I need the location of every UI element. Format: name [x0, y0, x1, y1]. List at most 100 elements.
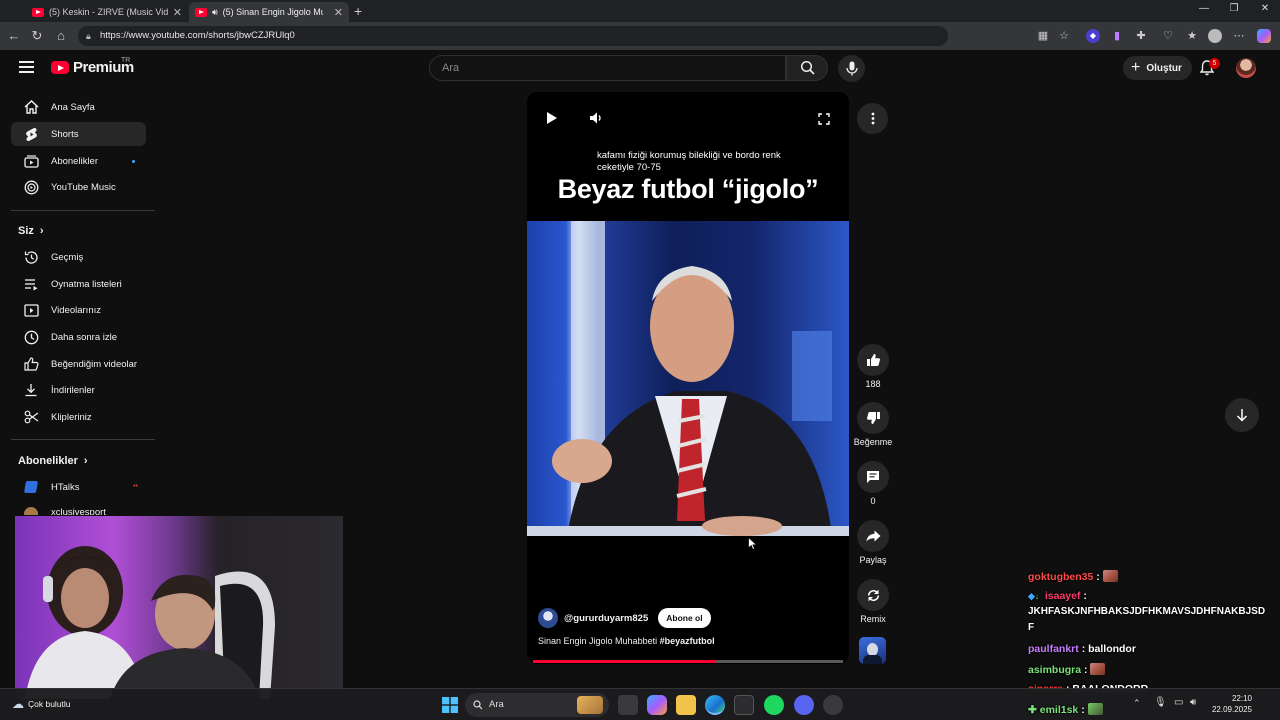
sidebar-item-liked-videos[interactable]: Beğendiğim videolar [11, 352, 146, 376]
search-button[interactable] [786, 55, 828, 81]
create-button[interactable]: + Oluştur [1123, 56, 1192, 80]
video-caption-small: kafamı fiziği korumuş bilekliği ve bordo… [597, 150, 781, 173]
youtube-premium-logo[interactable]: Premium TR [51, 57, 134, 76]
chat-username: emil1sk [1039, 704, 1079, 716]
sidebar-item-clips[interactable]: Klipleriniz [11, 405, 146, 429]
remix-button[interactable] [857, 579, 889, 611]
account-avatar[interactable] [1236, 58, 1256, 78]
channel-name[interactable]: @gururduyarm825 [564, 613, 648, 624]
watch-later-icon [24, 330, 38, 344]
sidebar-item-shorts[interactable]: Shorts [11, 122, 146, 146]
browser-essentials-icon[interactable]: ♡ [1161, 29, 1175, 43]
chat-text: F [1028, 622, 1035, 633]
tab-close-icon[interactable]: ✕ [173, 6, 182, 19]
subscriptions-icon [23, 155, 39, 168]
chat-text: : [1096, 571, 1100, 583]
shorts-video-player[interactable]: kafamı fiziği korumuş bilekliği ve bordo… [527, 92, 849, 664]
copilot-icon[interactable] [1257, 29, 1271, 43]
browser-tab-keskin[interactable]: (5) Keskin - ZIRVE (Music Video) ✕ [26, 2, 188, 22]
back-icon[interactable]: ← [5, 28, 23, 43]
share-button[interactable] [857, 520, 889, 552]
sidebar-item-watch-later[interactable]: Daha sonra izle [11, 325, 146, 349]
refresh-icon[interactable]: ↻ [28, 28, 46, 44]
hashtag-link[interactable]: #beyazfutbol [660, 636, 715, 646]
favorites-icon[interactable]: ★ [1185, 29, 1199, 43]
youtube-favicon-icon [195, 7, 207, 17]
voice-search-button[interactable] [838, 55, 865, 82]
network-icon[interactable]: ▭ [1174, 697, 1183, 708]
more-options-icon[interactable]: ⋯ [1232, 29, 1246, 43]
dislike-button[interactable] [857, 402, 889, 434]
sidebar-divider [11, 439, 155, 440]
like-button[interactable] [857, 344, 889, 376]
sidebar-item-youtube-music[interactable]: YouTube Music [11, 175, 146, 199]
clips-icon [24, 410, 38, 424]
sound-thumbnail[interactable] [859, 637, 886, 664]
profile-icon[interactable] [1208, 29, 1222, 43]
subscription-xclusivesport[interactable]: xclusivesport [11, 501, 146, 515]
copilot-taskbar-icon[interactable] [647, 695, 667, 715]
sidebar-you-heading[interactable]: Siz › [18, 225, 44, 237]
app-available-icon[interactable]: ▦ [1036, 29, 1050, 43]
sidebar-item-history[interactable]: Geçmiş [11, 245, 146, 269]
home-icon[interactable]: ⌂ [52, 28, 70, 43]
close-window-button[interactable]: ✕ [1250, 3, 1280, 14]
play-icon [547, 112, 557, 124]
video-frame [527, 221, 849, 536]
clock-date: 22.09.2025 [1211, 705, 1252, 714]
comments-button[interactable] [857, 461, 889, 493]
audio-extension-icon[interactable]: ▮ [1110, 29, 1124, 43]
edge-browser-icon[interactable] [705, 695, 725, 715]
new-tab-button[interactable]: + [354, 3, 362, 19]
chevron-up-icon[interactable]: ⌃ [1133, 698, 1141, 709]
minimize-button[interactable]: — [1189, 3, 1219, 14]
chat-text: : [1081, 704, 1085, 716]
channel-avatar[interactable] [538, 608, 558, 628]
tab-close-icon[interactable]: ✕ [334, 6, 343, 19]
extension-icon[interactable]: ◆ [1086, 29, 1100, 43]
microphone-tray-icon[interactable]: 🎙︎ [1154, 697, 1167, 708]
taskbar-search-box[interactable]: Ara [465, 693, 609, 717]
maximize-button[interactable]: ❐ [1219, 3, 1249, 14]
microsoft-store-icon[interactable] [734, 695, 754, 715]
sidebar-item-your-videos[interactable]: Videolarınız [11, 298, 146, 322]
search-input[interactable]: Ara [429, 55, 786, 81]
fullscreen-button[interactable] [818, 112, 830, 130]
browser-tab-sinan-engin[interactable]: 🔊︎ (5) Sinan Engin Jigolo Muhabbeti ✕ [189, 2, 349, 22]
emote-icon [1090, 663, 1106, 675]
system-clock[interactable]: 22:10 22.09.2025 [1208, 693, 1252, 715]
extensions-puzzle-icon[interactable]: ✚ [1134, 29, 1148, 43]
subscribe-button[interactable]: Abone ol [658, 608, 711, 628]
file-explorer-icon[interactable] [676, 695, 696, 715]
chat-text: : [1084, 664, 1088, 676]
settings-gear-icon[interactable] [823, 695, 843, 715]
task-view-icon[interactable] [618, 695, 638, 715]
video-caption-headline: Beyaz futbol “jigolo” [557, 174, 819, 204]
search-highlight-icon [577, 696, 603, 714]
discord-icon[interactable] [794, 695, 814, 715]
start-button[interactable] [440, 695, 460, 715]
speaker-icon[interactable]: 🔊︎ [1190, 697, 1196, 708]
spotify-icon[interactable] [764, 695, 784, 715]
menu-hamburger-icon[interactable] [19, 61, 34, 73]
audio-playing-icon[interactable]: 🔊︎ [212, 7, 218, 18]
remix-icon [867, 589, 879, 601]
next-short-button[interactable] [1225, 398, 1259, 432]
sidebar-item-playlists[interactable]: Oynatma listeleri [11, 272, 146, 296]
chevron-right-icon: › [39, 225, 44, 237]
sidebar-item-downloads[interactable]: İndirilenler [11, 378, 146, 402]
subscription-htalks[interactable]: HTalks •• [11, 475, 146, 499]
sidebar-item-subscriptions[interactable]: Abonelikler [11, 149, 146, 173]
sidebar-subscriptions-heading[interactable]: Abonelikler › [18, 455, 88, 467]
badge-icon: ◆ [1028, 591, 1035, 601]
volume-button[interactable] [589, 111, 604, 130]
sidebar-item-home[interactable]: Ana Sayfa [11, 95, 146, 119]
share-action: Paylaş [857, 520, 889, 565]
favorite-star-icon[interactable]: ☆ [1057, 29, 1071, 43]
more-options-button[interactable] [857, 103, 888, 134]
play-button[interactable] [546, 111, 558, 130]
url-field[interactable]: 🔒︎ https://www.youtube.com/shorts/jbwCZJ… [78, 26, 948, 46]
weather-widget[interactable]: ☁ Çok bulutlu [12, 697, 71, 711]
sidebar-item-label: HTalks [51, 481, 80, 493]
progress-bar[interactable] [533, 660, 843, 663]
